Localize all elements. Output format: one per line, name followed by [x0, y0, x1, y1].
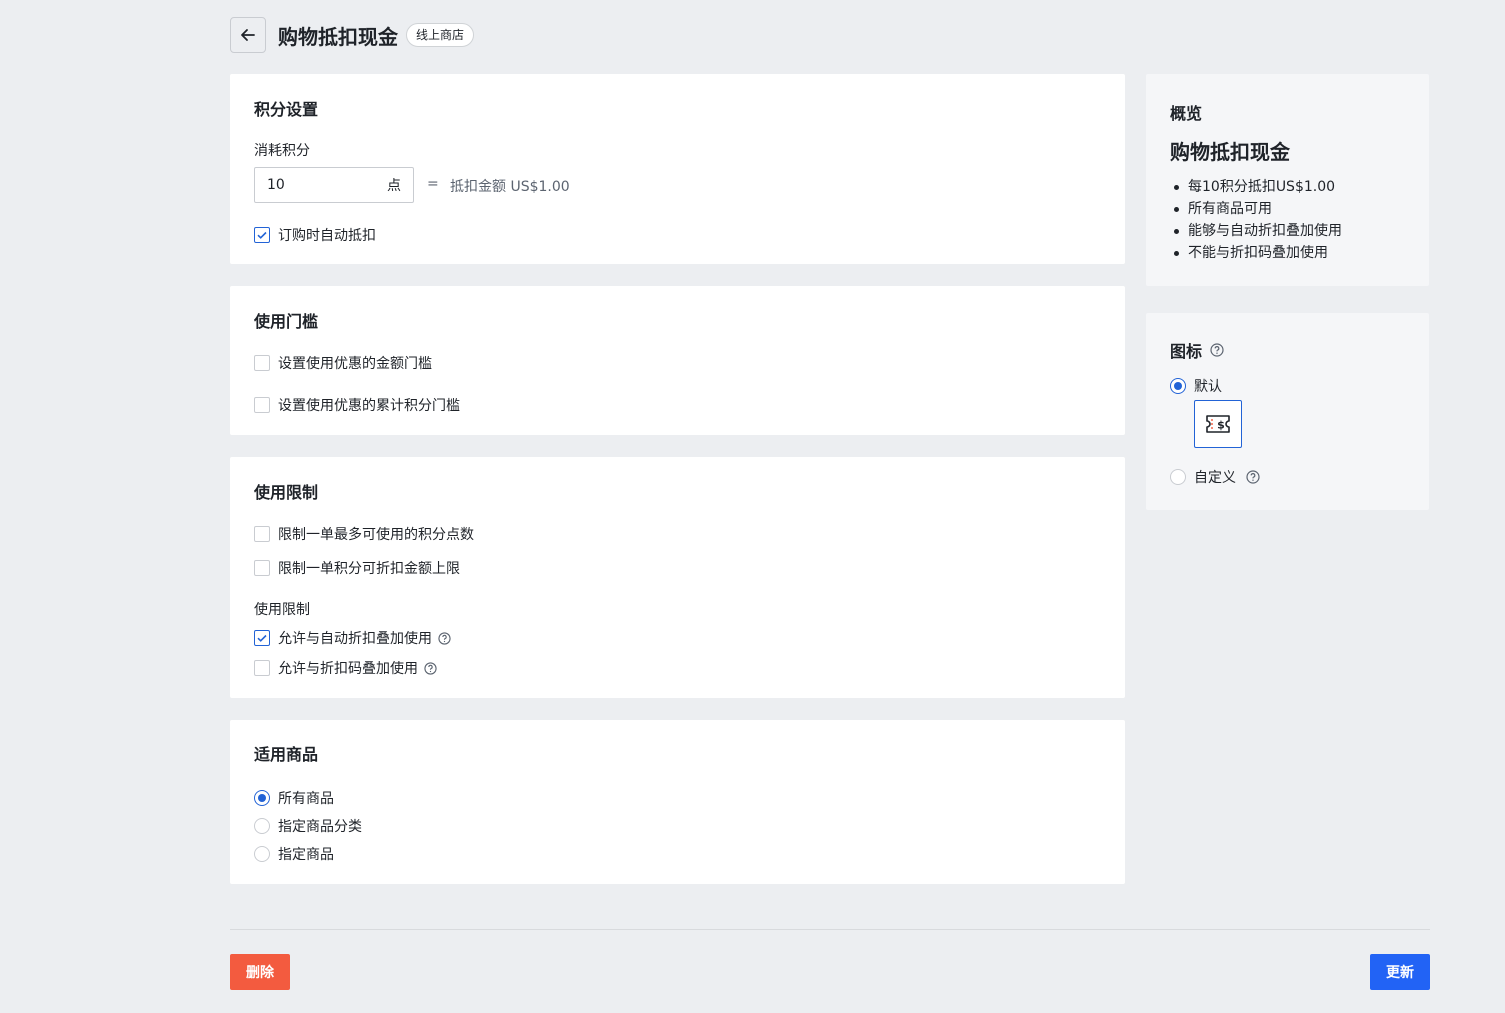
- icon-card: 图标 默认 $ 自定义: [1146, 313, 1429, 510]
- equals-sign: =: [427, 176, 439, 192]
- page-header: 购物抵扣现金 线上商店: [230, 17, 475, 53]
- check-icon: [257, 634, 267, 642]
- stack-auto-checkbox[interactable]: [254, 630, 270, 646]
- product-option-label: 所有商品: [278, 791, 334, 807]
- points-threshold-checkbox[interactable]: [254, 397, 270, 413]
- default-icon-preview[interactable]: $: [1194, 400, 1242, 448]
- delete-button[interactable]: 删除: [230, 954, 290, 990]
- product-radio-all[interactable]: [254, 790, 270, 806]
- consume-points-label: 消耗积分: [254, 143, 310, 159]
- stack-auto-label: 允许与自动折扣叠加使用: [278, 631, 432, 647]
- stack-code-option[interactable]: 允许与折扣码叠加使用: [254, 658, 437, 678]
- max-points-label: 限制一单最多可使用的积分点数: [278, 527, 474, 543]
- auto-deduct-checkbox[interactable]: [254, 227, 270, 243]
- arrow-left-icon: [241, 29, 255, 41]
- points-threshold-option[interactable]: 设置使用优惠的累计积分门槛: [254, 395, 460, 415]
- page: 购物抵扣现金 线上商店 积分设置 消耗积分 点 = 抵扣金额 US$1.00 订…: [230, 0, 1430, 1013]
- overview-item: 所有商品可用: [1170, 198, 1342, 220]
- points-unit: 点: [387, 178, 401, 194]
- overview-title: 概览: [1170, 104, 1203, 123]
- overview-list: 每10积分抵扣US$1.00 所有商品可用 能够与自动折扣叠加使用 不能与折扣码…: [1170, 176, 1342, 264]
- help-icon[interactable]: [438, 631, 451, 645]
- product-option-label: 指定商品: [278, 847, 334, 863]
- coupon-dollar-icon: $: [1206, 415, 1230, 433]
- icon-default-label: 默认: [1194, 379, 1222, 395]
- auto-deduct-label: 订购时自动抵扣: [278, 228, 376, 244]
- threshold-card: 使用门槛 设置使用优惠的金额门槛 设置使用优惠的累计积分门槛: [230, 286, 1125, 435]
- overview-card: 概览 购物抵扣现金 每10积分抵扣US$1.00 所有商品可用 能够与自动折扣叠…: [1146, 74, 1429, 286]
- stack-code-label: 允许与折扣码叠加使用: [278, 661, 418, 677]
- points-threshold-label: 设置使用优惠的累计积分门槛: [278, 398, 460, 414]
- icon-option-default[interactable]: 默认: [1170, 376, 1222, 396]
- points-input-field[interactable]: 点: [254, 167, 414, 203]
- points-settings-card: 积分设置 消耗积分 点 = 抵扣金额 US$1.00 订购时自动抵扣: [230, 74, 1125, 264]
- icon-custom-label: 自定义: [1194, 470, 1236, 486]
- limits-title: 使用限制: [254, 483, 319, 502]
- threshold-title: 使用门槛: [254, 312, 319, 331]
- points-settings-title: 积分设置: [254, 100, 319, 119]
- icon-option-custom[interactable]: 自定义: [1170, 467, 1260, 487]
- amount-threshold-label: 设置使用优惠的金额门槛: [278, 356, 432, 372]
- amount-threshold-checkbox[interactable]: [254, 355, 270, 371]
- product-option-all[interactable]: 所有商品: [254, 788, 334, 808]
- footer-divider: [230, 929, 1430, 930]
- overview-item: 不能与折扣码叠加使用: [1170, 242, 1342, 264]
- help-icon[interactable]: [1210, 343, 1224, 357]
- points-input[interactable]: [267, 177, 367, 193]
- product-radio-specific[interactable]: [254, 846, 270, 862]
- products-title: 适用商品: [254, 745, 319, 764]
- icon-radio-default[interactable]: [1170, 378, 1186, 394]
- limits-card: 使用限制 限制一单最多可使用的积分点数 限制一单积分可折扣金额上限 使用限制 允…: [230, 457, 1125, 698]
- icon-radio-custom[interactable]: [1170, 469, 1186, 485]
- help-icon[interactable]: [1246, 470, 1260, 484]
- help-icon[interactable]: [424, 661, 437, 675]
- product-radio-category[interactable]: [254, 818, 270, 834]
- stack-auto-option[interactable]: 允许与自动折扣叠加使用: [254, 628, 451, 648]
- svg-text:$: $: [1217, 419, 1225, 432]
- limits-subtitle: 使用限制: [254, 602, 310, 618]
- channel-tag: 线上商店: [406, 23, 475, 47]
- overview-item: 每10积分抵扣US$1.00: [1170, 176, 1342, 198]
- max-amount-option[interactable]: 限制一单积分可折扣金额上限: [254, 558, 460, 578]
- check-icon: [257, 231, 267, 239]
- product-option-category[interactable]: 指定商品分类: [254, 816, 362, 836]
- update-button[interactable]: 更新: [1370, 954, 1430, 990]
- back-button[interactable]: [230, 17, 266, 53]
- overview-item: 能够与自动折扣叠加使用: [1170, 220, 1342, 242]
- product-option-label: 指定商品分类: [278, 819, 362, 835]
- amount-threshold-option[interactable]: 设置使用优惠的金额门槛: [254, 353, 432, 373]
- max-points-checkbox[interactable]: [254, 526, 270, 542]
- icon-title-row: 图标: [1170, 338, 1224, 362]
- deduct-amount-text: 抵扣金额 US$1.00: [450, 179, 570, 195]
- max-amount-checkbox[interactable]: [254, 560, 270, 576]
- max-amount-label: 限制一单积分可折扣金额上限: [278, 561, 460, 577]
- icon-title: 图标: [1170, 342, 1203, 361]
- product-option-specific[interactable]: 指定商品: [254, 844, 334, 864]
- max-points-option[interactable]: 限制一单最多可使用的积分点数: [254, 524, 474, 544]
- stack-code-checkbox[interactable]: [254, 660, 270, 676]
- auto-deduct-option[interactable]: 订购时自动抵扣: [254, 225, 376, 245]
- products-card: 适用商品 所有商品 指定商品分类 指定商品: [230, 720, 1125, 884]
- page-title: 购物抵扣现金: [278, 24, 398, 49]
- overview-name: 购物抵扣现金: [1170, 140, 1290, 164]
